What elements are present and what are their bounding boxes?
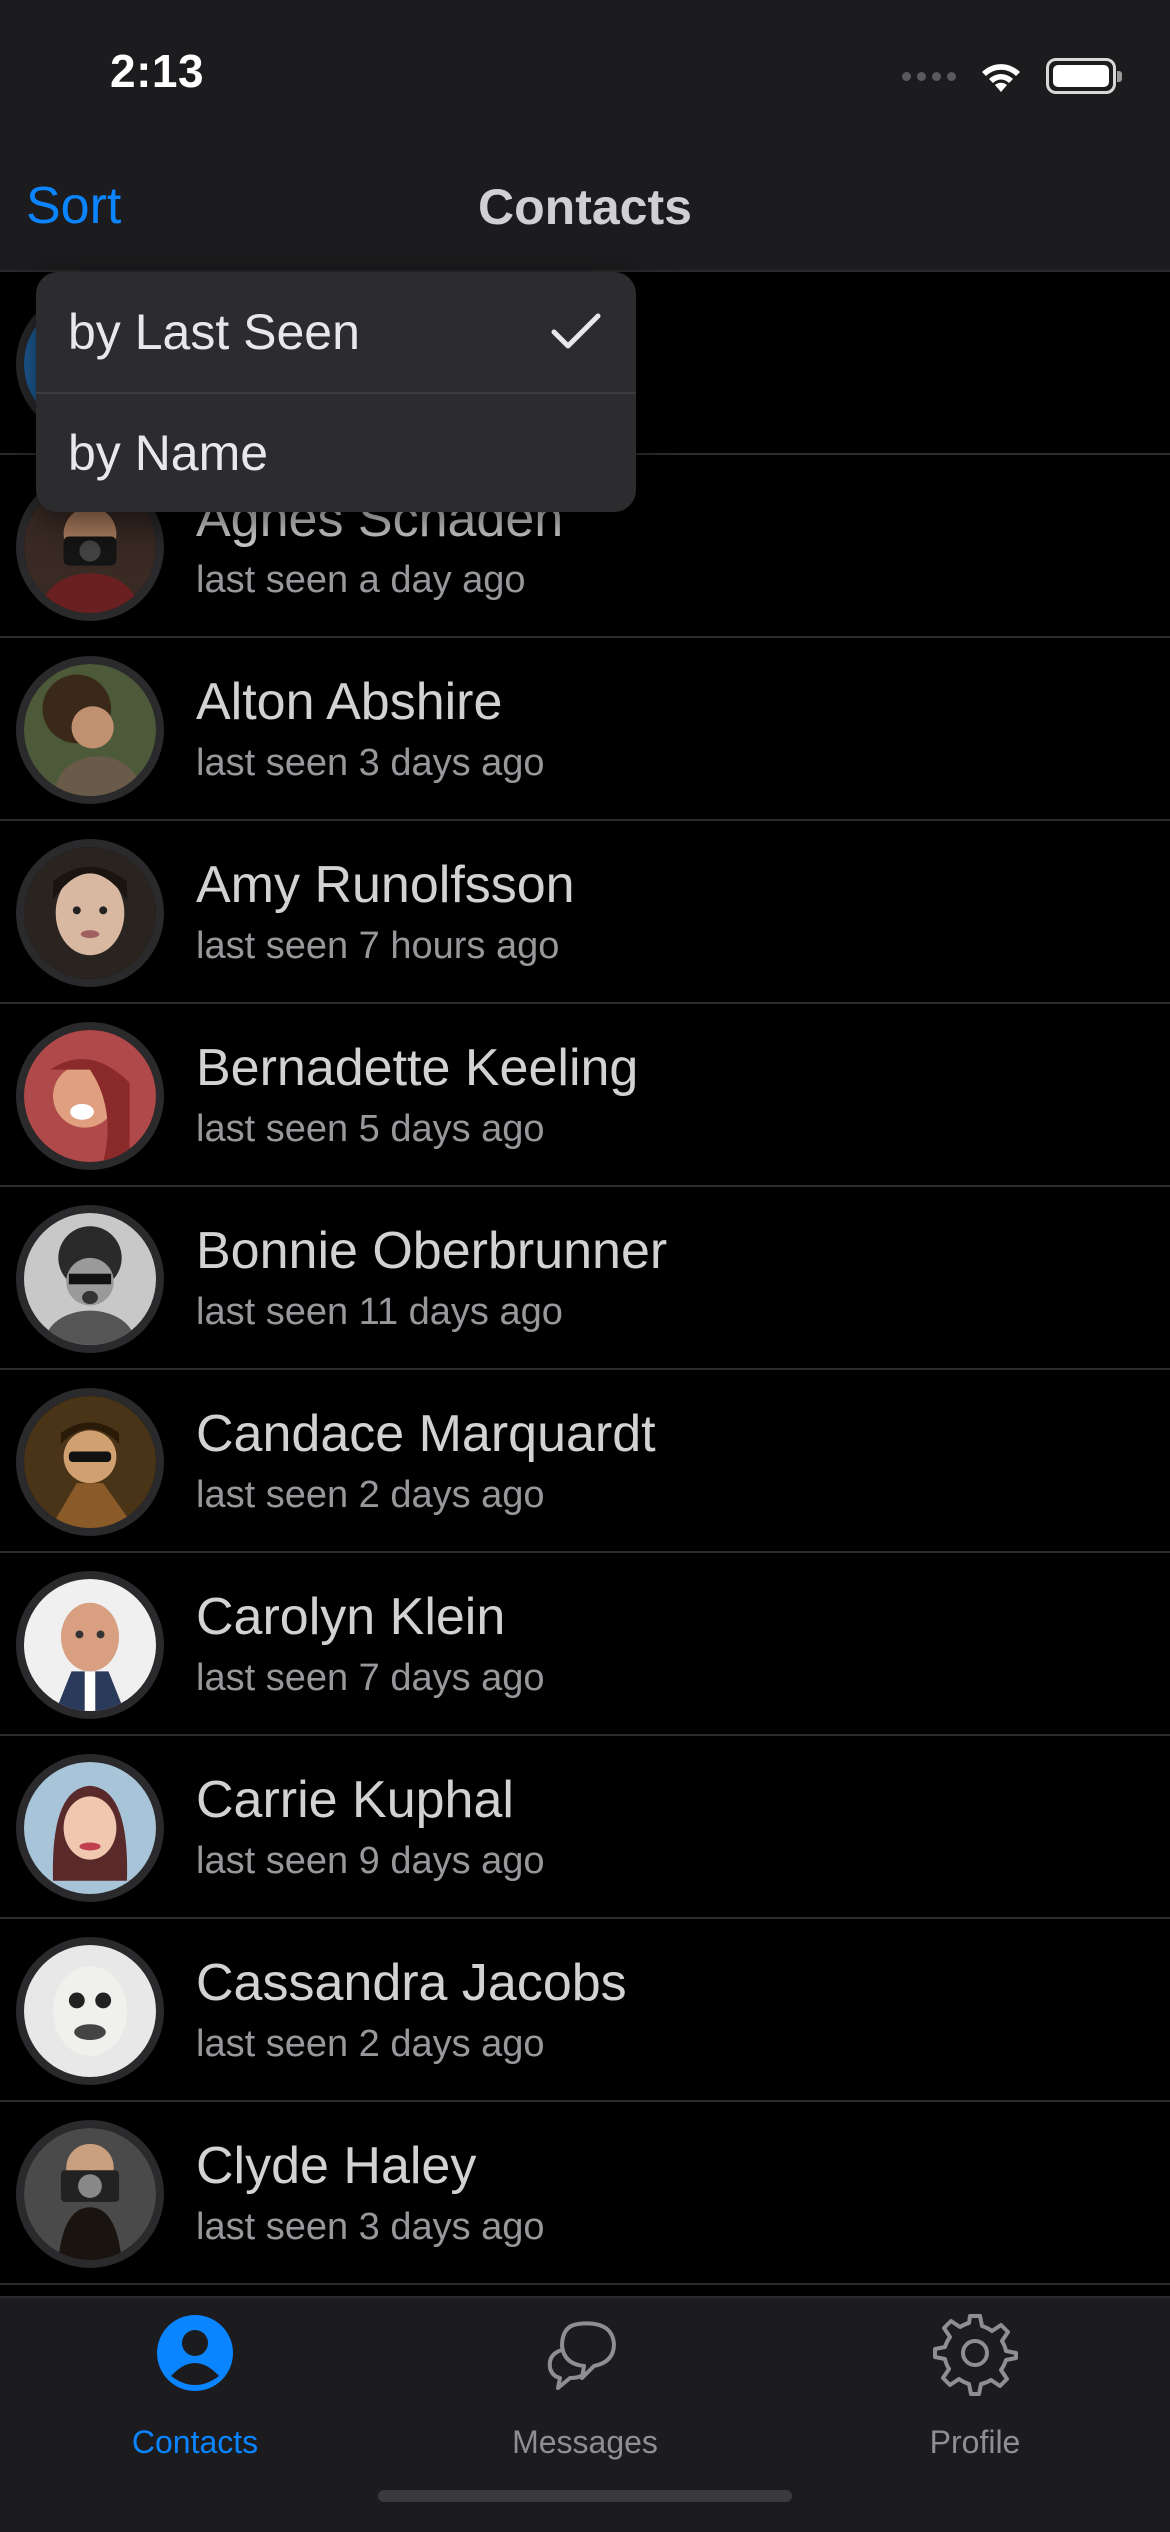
person-circle-icon [157,2315,233,2391]
sort-option-label: by Name [68,425,269,481]
contact-last-seen: last seen 2 days ago [196,1474,545,1516]
contact-name: Cassandra Jacobs [196,1954,627,2012]
contact-last-seen: last seen 3 days ago [196,742,545,784]
contact-row[interactable]: Carolyn Klein last seen 7 days ago [0,1553,1170,1736]
avatar [16,1571,164,1719]
wifi-icon [982,64,1020,92]
contact-row[interactable]: Carrie Kuphal last seen 9 days ago [0,1736,1170,1919]
avatar [16,1022,164,1170]
contact-row[interactable]: Alton Abshire last seen 3 days ago [0,638,1170,821]
contact-name: Carolyn Klein [196,1588,506,1646]
contact-name: Amy Runolfsson [196,856,575,914]
sort-option-name[interactable]: by Name [36,392,636,512]
page-title: Contacts [478,179,692,235]
contact-last-seen: last seen 3 days ago [196,2206,545,2248]
cellular-signal-icon [902,71,956,81]
contact-last-seen: last seen 7 hours ago [196,925,560,967]
avatar [16,1205,164,1353]
avatar [16,1937,164,2085]
home-indicator[interactable] [378,2490,792,2502]
sort-option-label: by Last Seen [68,304,360,360]
contact-name: Bernadette Keeling [196,1039,639,1097]
avatar [16,1754,164,1902]
contact-name: Candace Marquardt [196,1405,656,1463]
top-bar: 2:13 Sort Contacts [0,0,1170,272]
status-indicators [902,56,1122,96]
sort-option-last-seen[interactable]: by Last Seen [36,272,636,392]
avatar [16,839,164,987]
contact-last-seen: last seen 11 days ago [196,1291,563,1333]
chat-bubbles-icon [547,2321,616,2390]
avatar [16,2120,164,2268]
tab-label: Messages [512,2424,658,2460]
contact-row[interactable]: Cassandra Jacobs last seen 2 days ago [0,1919,1170,2102]
tab-profile[interactable]: Profile [780,2298,1170,2478]
contact-last-seen: last seen 9 days ago [196,1840,545,1882]
sort-menu: by Last Seen by Name [36,272,636,512]
contact-row[interactable]: Bonnie Oberbrunner last seen 11 days ago [0,1187,1170,1370]
tab-label: Contacts [131,2424,259,2460]
contact-last-seen: last seen 2 days ago [196,2023,545,2065]
contact-last-seen: last seen 5 days ago [196,1108,545,1150]
status-time: 2:13 [110,45,205,97]
contact-last-seen: last seen a day ago [196,559,526,601]
tab-label: Profile [929,2424,1021,2460]
contact-name: Clyde Haley [196,2137,477,2195]
tab-messages[interactable]: Messages [390,2298,780,2478]
gear-icon [933,2314,1018,2396]
contact-last-seen: last seen 7 days ago [196,1657,545,1699]
contact-row[interactable]: Candace Marquardt last seen 2 days ago [0,1370,1170,1553]
battery-icon [1046,58,1122,94]
checkmark-icon [551,313,601,349]
contact-row[interactable]: Bernadette Keeling last seen 5 days ago [0,1004,1170,1187]
contact-row[interactable]: Clyde Haley last seen 3 days ago [0,2102,1170,2285]
contact-name: Carrie Kuphal [196,1771,514,1829]
contacts-list[interactable]: Agnes Schaden last seen a day ago Alton … [0,272,1170,2285]
contact-name: Alton Abshire [196,673,503,731]
contact-row[interactable]: Amy Runolfsson last seen 7 hours ago [0,821,1170,1004]
avatar [16,656,164,804]
avatar [16,1388,164,1536]
tab-contacts[interactable]: Contacts [0,2298,390,2478]
contact-name: Bonnie Oberbrunner [196,1222,668,1280]
